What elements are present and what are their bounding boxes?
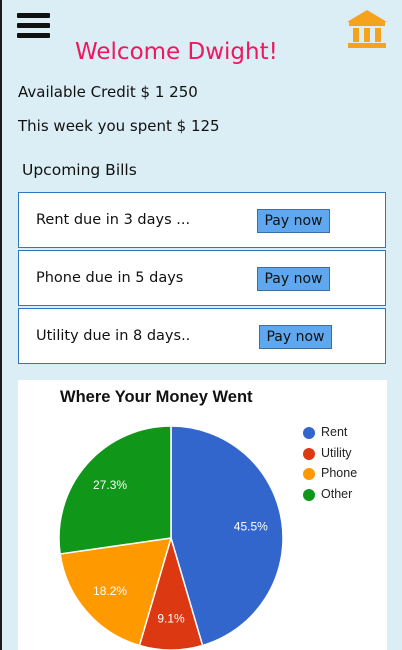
pie-chart: 45.5% 9.1% 18.2% 27.3% [58,425,284,650]
legend-swatch [303,468,315,480]
bill-row-utility: Utility due in 8 days.. Pay now [18,308,386,364]
spending-chart-card: Where Your Money Went 45.5% 9.1% 18.2% 27.3… [18,380,387,650]
bank-icon[interactable] [345,8,389,50]
pay-now-button-phone[interactable]: Pay now [257,267,330,291]
pie-label-rent: 45.5% [234,520,268,534]
bill-row-phone: Phone due in 5 days Pay now [18,250,386,306]
legend-swatch [303,427,315,439]
legend-label: Other [321,486,353,501]
available-credit: Available Credit $ 1 250 [18,83,198,101]
bill-label: Utility due in 8 days.. [36,328,191,344]
bill-row-rent: Rent due in 3 days ... Pay now [18,192,386,248]
legend-swatch [303,447,315,460]
upcoming-bills-title: Upcoming Bills [22,161,137,179]
pie-label-utility: 9.1% [157,612,185,626]
pay-now-button-utility[interactable]: Pay now [259,325,332,349]
hamburger-menu-icon[interactable] [17,13,50,39]
pay-now-button-rent[interactable]: Pay now [257,209,330,233]
bill-label: Phone due in 5 days [36,270,184,286]
legend-label: Phone [321,466,358,480]
legend-swatch [303,488,315,501]
weekly-spending: This week you spent $ 125 [18,117,220,135]
pie-label-phone: 18.2% [93,584,127,598]
legend-label: Utility [321,445,352,460]
pie-label-other: 27.3% [93,478,127,492]
legend-label: Rent [321,425,348,439]
welcome-heading: Welcome Dwight! [75,39,278,65]
bill-label: Rent due in 3 days ... [36,212,191,228]
